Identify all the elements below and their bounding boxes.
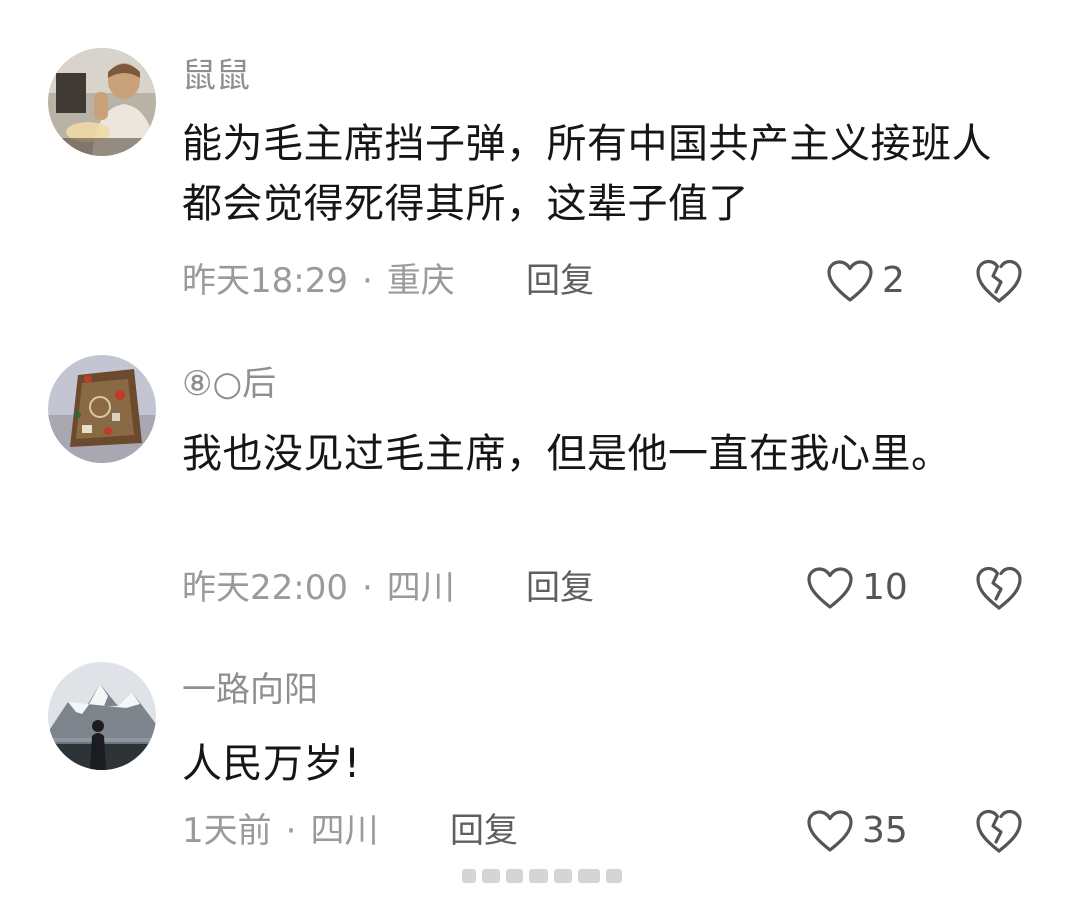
comment-time: 1天前	[182, 811, 272, 851]
username[interactable]: ⑧○后	[182, 362, 276, 406]
comment-location: 四川	[386, 568, 455, 608]
dislike-button[interactable]	[974, 563, 1024, 613]
reply-button[interactable]: 回复	[526, 256, 594, 306]
comment-item: 一路向阳 人民万岁! 1天前 · 四川 回复 35	[0, 630, 1080, 901]
comment-text: 能为毛主席挡子弹，所有中国共产主义接班人都会觉得死得其所，这辈子值了	[182, 121, 992, 227]
meta-separator: ·	[285, 811, 297, 851]
like-count: 35	[862, 810, 908, 851]
like-button[interactable]: 10	[806, 563, 908, 613]
like-count: 2	[882, 260, 905, 301]
like-button[interactable]: 2	[826, 256, 905, 306]
comment-meta: 昨天22:00 · 四川	[182, 563, 455, 613]
comment-location: 四川	[310, 811, 379, 851]
dislike-button[interactable]	[974, 806, 1024, 856]
dislike-button[interactable]	[974, 256, 1024, 306]
comment-time: 昨天18:29	[182, 261, 348, 301]
watermark	[462, 862, 622, 890]
comment-meta: 昨天18:29 · 重庆	[182, 256, 455, 306]
broken-heart-icon	[976, 566, 1022, 610]
broken-heart-icon	[976, 259, 1022, 303]
meta-separator: ·	[361, 261, 373, 301]
comment-text: 人民万岁!	[182, 741, 361, 787]
reply-button[interactable]: 回复	[450, 806, 518, 856]
avatar-image-icon	[48, 355, 156, 463]
avatar[interactable]	[48, 48, 156, 156]
heart-outline-icon	[827, 260, 873, 302]
comment-location: 重庆	[386, 261, 455, 301]
username[interactable]: 鼠鼠	[182, 54, 250, 98]
reply-button[interactable]: 回复	[526, 563, 594, 613]
like-button[interactable]: 35	[806, 806, 908, 856]
avatar-image-icon	[48, 662, 156, 770]
comment-text: 我也没见过毛主席，但是他一直在我心里。	[182, 431, 952, 477]
avatar[interactable]	[48, 355, 156, 463]
meta-separator: ·	[361, 568, 373, 608]
like-count: 10	[862, 567, 908, 608]
heart-outline-icon	[807, 567, 853, 609]
avatar[interactable]	[48, 662, 156, 770]
broken-heart-icon	[976, 809, 1022, 853]
avatar-image-icon	[48, 48, 156, 156]
comment-time: 昨天22:00	[182, 568, 348, 608]
comment-item: ⑧○后 我也没见过毛主席，但是他一直在我心里。 昨天22:00 · 四川 回复 10	[0, 320, 1080, 630]
username[interactable]: 一路向阳	[182, 668, 318, 712]
comment-meta: 1天前 · 四川	[182, 806, 378, 856]
comment-item: 鼠鼠 能为毛主席挡子弹，所有中国共产主义接班人都会觉得死得其所，这辈子值了 昨天…	[0, 0, 1080, 320]
heart-outline-icon	[807, 810, 853, 852]
